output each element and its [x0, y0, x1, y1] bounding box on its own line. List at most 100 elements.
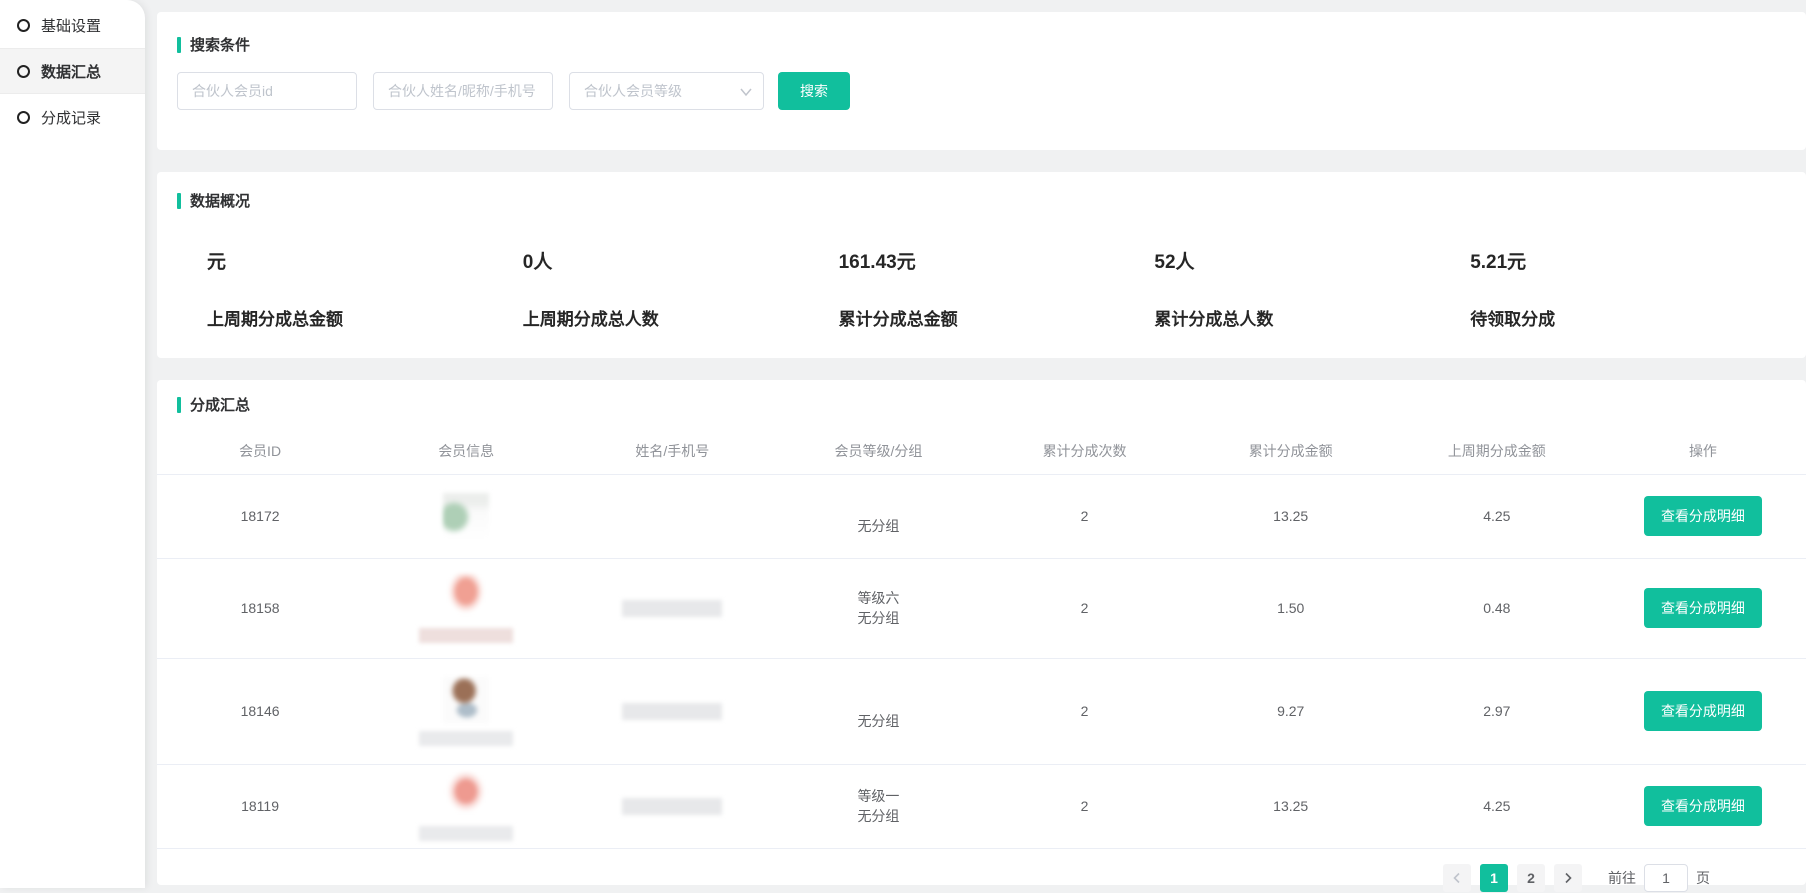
- cell-member-info: [363, 764, 569, 848]
- goto-suffix: 页: [1696, 868, 1710, 888]
- cell-level-group: 等级六 无分组: [775, 558, 981, 658]
- stat-last-period-count: 0人 上周期分成总人数: [523, 247, 839, 330]
- goto-page-input[interactable]: [1644, 864, 1688, 892]
- search-button[interactable]: 搜索: [778, 72, 850, 110]
- blurred-nickname: [419, 628, 513, 643]
- table-row: 18146 无分组 2 9.27: [157, 658, 1806, 764]
- view-detail-button[interactable]: 查看分成明细: [1644, 588, 1762, 628]
- stat-value: 5.21元: [1470, 247, 1786, 274]
- sidebar: 基础设置 数据汇总 分成记录: [0, 0, 145, 888]
- member-avatar: [443, 677, 489, 723]
- stat-label: 待领取分成: [1470, 305, 1786, 330]
- cell-commission-total: 9.27: [1188, 658, 1394, 764]
- member-avatar: [443, 574, 489, 620]
- cell-name-phone: [569, 658, 775, 764]
- col-commission-total: 累计分成金额: [1188, 429, 1394, 474]
- col-member-id: 会员ID: [157, 429, 363, 474]
- stat-total-amount: 161.43元 累计分成总金额: [839, 247, 1155, 330]
- member-group: 无分组: [775, 711, 981, 731]
- member-group: 无分组: [775, 806, 981, 826]
- search-row: 合伙人会员等级 搜索: [177, 72, 1786, 110]
- search-section-title: 搜索条件: [177, 34, 1786, 55]
- partner-name-input[interactable]: [373, 72, 553, 110]
- partner-level-select[interactable]: 合伙人会员等级: [569, 72, 764, 110]
- stat-value: 161.43元: [839, 247, 1155, 274]
- cell-member-info: [363, 558, 569, 658]
- member-group: 无分组: [775, 608, 981, 628]
- member-level: 等级一: [775, 786, 981, 806]
- stat-value: 元: [207, 247, 523, 274]
- cell-commission-total: 1.50: [1188, 558, 1394, 658]
- cell-member-id: 18172: [157, 474, 363, 558]
- cell-last-period: 2.97: [1394, 658, 1600, 764]
- overview-section-title: 数据概况: [177, 190, 1786, 211]
- col-commission-count: 累计分成次数: [982, 429, 1188, 474]
- table-row: 18172 无分组 2 13.25 4.25 查看分: [157, 474, 1806, 558]
- sidebar-item-label: 基础设置: [41, 15, 101, 36]
- chevron-right-icon: [1563, 872, 1573, 884]
- cell-actions: 查看分成明细: [1600, 558, 1806, 658]
- cell-actions: 查看分成明细: [1600, 764, 1806, 848]
- col-last-period: 上周期分成金额: [1394, 429, 1600, 474]
- view-detail-button[interactable]: 查看分成明细: [1644, 691, 1762, 731]
- stat-value: 0人: [523, 247, 839, 274]
- search-conditions-card: 搜索条件 合伙人会员等级 搜索: [157, 12, 1806, 150]
- member-level: 等级六: [775, 588, 981, 608]
- cell-last-period: 4.25: [1394, 764, 1600, 848]
- goto-page: 前往 页: [1608, 864, 1710, 892]
- table-row: 18158 等级六 无分组 2 1.50: [157, 558, 1806, 658]
- sidebar-item-data-summary[interactable]: 数据汇总: [0, 48, 145, 94]
- sidebar-item-basic-settings[interactable]: 基础设置: [0, 2, 145, 48]
- stat-value: 52人: [1154, 247, 1470, 274]
- select-placeholder: 合伙人会员等级: [584, 81, 682, 101]
- page-button-2[interactable]: 2: [1517, 864, 1545, 892]
- main-content: 搜索条件 合伙人会员等级 搜索 数据概况 元 上周期分成总金额: [157, 0, 1806, 885]
- partner-member-id-input[interactable]: [177, 72, 357, 110]
- cell-last-period: 0.48: [1394, 558, 1600, 658]
- view-detail-button[interactable]: 查看分成明细: [1644, 786, 1762, 826]
- stat-pending-amount: 5.21元 待领取分成: [1470, 247, 1786, 330]
- pagination: 1 2 前往 页: [157, 849, 1806, 892]
- page-button-1[interactable]: 1: [1480, 864, 1508, 892]
- section-title-text: 搜索条件: [190, 34, 250, 55]
- summary-section-title: 分成汇总: [157, 394, 1806, 415]
- sidebar-item-commission-records[interactable]: 分成记录: [0, 94, 145, 140]
- sidebar-item-label: 分成记录: [41, 107, 101, 128]
- col-name-phone: 姓名/手机号: [569, 429, 775, 474]
- cell-name-phone: [569, 474, 775, 558]
- member-avatar: [443, 772, 489, 818]
- cell-actions: 查看分成明细: [1600, 474, 1806, 558]
- commission-summary-table: 会员ID 会员信息 姓名/手机号 会员等级/分组 累计分成次数 累计分成金额 上…: [157, 429, 1806, 849]
- cell-actions: 查看分成明细: [1600, 658, 1806, 764]
- next-page-button[interactable]: [1554, 864, 1582, 892]
- chevron-down-icon: [740, 87, 752, 97]
- cell-commission-count: 2: [982, 474, 1188, 558]
- stat-total-count: 52人 累计分成总人数: [1154, 247, 1470, 330]
- sidebar-item-label: 数据汇总: [41, 61, 101, 82]
- cell-commission-count: 2: [982, 558, 1188, 658]
- commission-summary-card: 分成汇总 会员ID 会员信息 姓名/手机号 会员等级/分组 累计分成次数 累计分…: [157, 380, 1806, 885]
- section-title-text: 数据概况: [190, 190, 250, 211]
- section-accent-bar: [177, 37, 181, 53]
- cell-name-phone: [569, 764, 775, 848]
- member-avatar: [443, 493, 489, 539]
- stat-label: 上周期分成总金额: [207, 305, 523, 330]
- section-title-text: 分成汇总: [190, 394, 250, 415]
- view-detail-button[interactable]: 查看分成明细: [1644, 496, 1762, 536]
- blurred-nickname: [419, 826, 513, 841]
- cell-member-id: 18158: [157, 558, 363, 658]
- cell-commission-count: 2: [982, 764, 1188, 848]
- table-row: 18119 等级一 无分组 2 13.25: [157, 764, 1806, 848]
- stats-row: 元 上周期分成总金额 0人 上周期分成总人数 161.43元 累计分成总金额 5…: [177, 247, 1786, 330]
- member-level: [775, 496, 981, 516]
- col-level-group: 会员等级/分组: [775, 429, 981, 474]
- blurred-name: [622, 600, 722, 617]
- section-accent-bar: [177, 193, 181, 209]
- member-group: 无分组: [775, 516, 981, 536]
- blurred-name: [622, 703, 722, 720]
- cell-commission-total: 13.25: [1188, 764, 1394, 848]
- cell-level-group: 等级一 无分组: [775, 764, 981, 848]
- cell-last-period: 4.25: [1394, 474, 1600, 558]
- goto-label: 前往: [1608, 868, 1636, 888]
- prev-page-button[interactable]: [1443, 864, 1471, 892]
